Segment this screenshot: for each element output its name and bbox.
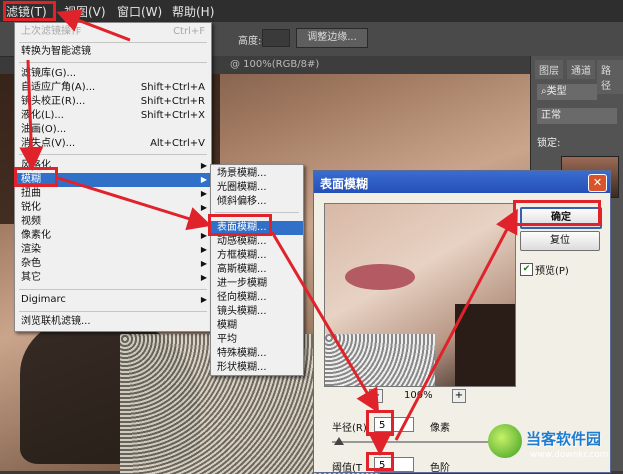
menu-item-sharpen[interactable]: 锐化 ▶ xyxy=(15,201,211,215)
menu-item-convert-smart-filter[interactable]: 转换为智能滤镜 xyxy=(15,45,211,59)
annotation-box-ok-button xyxy=(513,200,601,226)
submenu-arrow-icon: ▶ xyxy=(200,295,207,304)
menu-item-adaptive-wide-angle[interactable]: 自适应广角(A)... Shift+Ctrl+A xyxy=(15,81,211,95)
menu-item-box-blur[interactable]: 方框模糊... xyxy=(211,249,303,263)
menu-item-pixelate[interactable]: 像素化 ▶ xyxy=(15,229,211,243)
zoom-out-button[interactable]: − xyxy=(369,389,383,403)
preview-lace xyxy=(325,334,435,386)
blend-mode-value: 正常 xyxy=(541,110,561,121)
preview-label: 预览(P) xyxy=(535,266,569,277)
annotation-box-surface-blur xyxy=(208,214,272,236)
menu-separator xyxy=(19,154,207,155)
lock-label: 锁定: xyxy=(537,138,561,149)
submenu-arrow-icon: ▶ xyxy=(200,245,207,254)
menu-item-liquify[interactable]: 液化(L)... Shift+Ctrl+X xyxy=(15,109,211,123)
radius-slider-handle[interactable] xyxy=(334,437,344,445)
tab-layers[interactable]: 图层 xyxy=(535,60,563,79)
menu-item-blur-more[interactable]: 进一步模糊 xyxy=(211,277,303,291)
menu-item-shape-blur[interactable]: 形状模糊... xyxy=(211,361,303,375)
menu-item-oil-paint[interactable]: 油画(O)... xyxy=(15,123,211,137)
watermark-logo-icon xyxy=(488,424,522,458)
annotation-box-radius-input xyxy=(366,410,394,436)
menu-separator xyxy=(215,212,299,213)
dialog-title-bar[interactable]: 表面模糊 ✕ xyxy=(314,171,610,193)
menu-item-render[interactable]: 渲染 ▶ xyxy=(15,243,211,257)
submenu-arrow-icon: ▶ xyxy=(200,203,207,212)
menu-item-blur[interactable]: 模糊 xyxy=(211,319,303,333)
annotation-box-blur-item xyxy=(14,167,58,187)
menu-item-last-filter[interactable]: 上次滤镜操作 Ctrl+F xyxy=(15,25,211,39)
menu-window[interactable]: 窗口(W) xyxy=(117,3,162,20)
preview-dark-area xyxy=(455,304,515,386)
tab-paths[interactable]: 路径 xyxy=(597,60,623,94)
menu-view[interactable]: 视图(V) xyxy=(64,3,106,20)
submenu-arrow-icon: ▶ xyxy=(200,161,207,170)
menu-item-filter-gallery[interactable]: 滤镜库(G)... xyxy=(15,67,211,81)
submenu-arrow-icon: ▶ xyxy=(200,273,207,282)
menubar: 滤镜(T) 视图(V) 窗口(W) 帮助(H) xyxy=(0,0,623,22)
watermark: 当客软件园 www.downkr.com xyxy=(480,420,623,471)
preview-image[interactable] xyxy=(324,203,516,387)
menu-separator xyxy=(19,62,207,63)
close-icon[interactable]: ✕ xyxy=(588,174,607,192)
layer-kind-filter[interactable]: ⌕类型 xyxy=(537,84,597,100)
menu-item-field-blur[interactable]: 场景模糊... xyxy=(211,167,303,181)
menu-help[interactable]: 帮助(H) xyxy=(172,3,214,20)
zoom-level: 100% xyxy=(404,390,433,401)
blend-mode-select[interactable]: 正常 xyxy=(537,108,617,124)
layer-kind-label: 类型 xyxy=(546,86,567,97)
document-tab-label: @ 100%(RGB/8#) xyxy=(230,59,320,70)
preview-lips xyxy=(345,264,415,290)
menu-item-iris-blur[interactable]: 光圈模糊... xyxy=(211,181,303,195)
menu-item-other[interactable]: 其它 ▶ xyxy=(15,271,211,285)
watermark-name: 当客软件园 xyxy=(526,430,602,448)
reset-button[interactable]: 复位 xyxy=(520,231,600,251)
menu-separator xyxy=(19,311,207,312)
menu-item-vanishing-point[interactable]: 消失点(V)... Alt+Ctrl+V xyxy=(15,137,211,151)
submenu-arrow-icon: ▶ xyxy=(200,189,207,198)
threshold-unit: 色阶 xyxy=(430,463,450,474)
menu-item-average[interactable]: 平均 xyxy=(211,333,303,347)
menu-item-motion-blur[interactable]: 动感模糊... xyxy=(211,235,303,249)
submenu-arrow-icon: ▶ xyxy=(200,217,207,226)
refine-edge-button[interactable]: 调整边缘... xyxy=(296,28,368,48)
dialog-title: 表面模糊 xyxy=(320,177,369,191)
preview-checkbox[interactable]: ✔ xyxy=(520,263,533,276)
submenu-arrow-icon: ▶ xyxy=(200,231,207,240)
annotation-box-threshold-input xyxy=(366,452,394,471)
menu-item-tilt-shift[interactable]: 倾斜偏移... xyxy=(211,195,303,209)
blur-submenu: 场景模糊... 光圈模糊... 倾斜偏移... 表面模糊... 动感模糊... … xyxy=(210,164,304,376)
menu-item-noise[interactable]: 杂色 ▶ xyxy=(15,257,211,271)
zoom-in-button[interactable]: + xyxy=(452,389,466,403)
submenu-arrow-icon: ▶ xyxy=(200,259,207,268)
menu-item-radial-blur[interactable]: 径向模糊... xyxy=(211,291,303,305)
annotation-box-filter-menu xyxy=(3,1,56,21)
height-label: 高度: xyxy=(238,36,262,47)
menu-item-browse-filters-online[interactable]: 浏览联机滤镜... xyxy=(15,315,211,329)
document-tab[interactable]: @ 100%(RGB/8#) xyxy=(210,56,530,74)
threshold-label: 阈值(T xyxy=(332,463,363,474)
menu-item-lens-correction[interactable]: 镜头校正(R)... Shift+Ctrl+R xyxy=(15,95,211,109)
submenu-arrow-icon: ▶ xyxy=(200,175,207,184)
radius-label: 半径(R) xyxy=(332,423,367,434)
menu-item-lens-blur[interactable]: 镜头模糊... xyxy=(211,305,303,319)
watermark-url: www.downkr.com xyxy=(530,450,609,460)
menu-item-digimarc[interactable]: Digimarc ▶ xyxy=(15,293,211,307)
menu-item-smart-blur[interactable]: 特殊模糊... xyxy=(211,347,303,361)
radius-unit: 像素 xyxy=(430,423,450,434)
menu-separator xyxy=(19,42,207,43)
menu-item-distort[interactable]: 扭曲 ▶ xyxy=(15,187,211,201)
menu-item-video[interactable]: 视频 ▶ xyxy=(15,215,211,229)
tab-channels[interactable]: 通道 xyxy=(567,60,595,79)
menu-item-gaussian-blur[interactable]: 高斯模糊... xyxy=(211,263,303,277)
menu-separator xyxy=(19,289,207,290)
height-input[interactable] xyxy=(262,29,290,47)
